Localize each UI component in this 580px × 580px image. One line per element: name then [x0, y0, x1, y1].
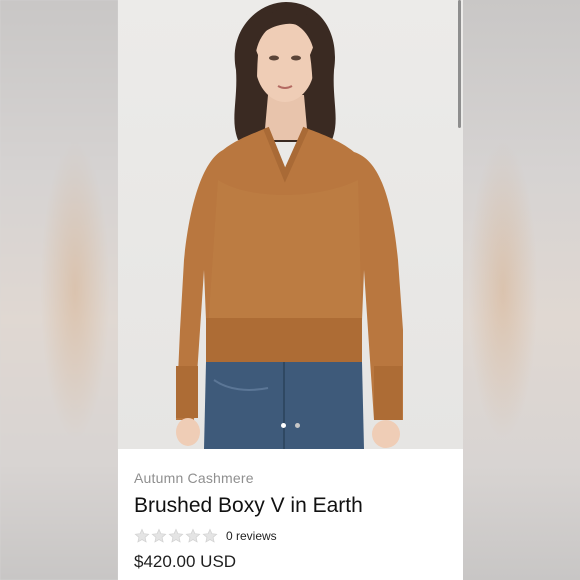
- star-outline-icon: [168, 528, 184, 543]
- carousel-dot-1[interactable]: [281, 423, 286, 428]
- product-price: $420.00 USD: [134, 552, 237, 571]
- star-outline-icon: [202, 528, 218, 543]
- star-outline-icon: [134, 528, 150, 543]
- star-outline-icon: [151, 528, 167, 543]
- model-illustration: [176, 2, 403, 449]
- blurred-background-left: [0, 0, 118, 580]
- product-image[interactable]: [118, 0, 463, 449]
- rating-stars: [134, 528, 218, 544]
- product-screen: Autumn Cashmere Brushed Boxy V in Earth …: [118, 0, 463, 580]
- product-vendor[interactable]: Autumn Cashmere: [134, 470, 254, 486]
- product-rating[interactable]: 0 reviews: [134, 527, 277, 545]
- product-title: Brushed Boxy V in Earth: [134, 494, 363, 517]
- review-count[interactable]: 0 reviews: [226, 529, 277, 543]
- star-outline-icon: [185, 528, 201, 543]
- scrollbar[interactable]: [458, 0, 461, 128]
- carousel-dot-2[interactable]: [295, 423, 300, 428]
- blurred-background-right: [463, 0, 580, 580]
- carousel-dots: [118, 423, 463, 431]
